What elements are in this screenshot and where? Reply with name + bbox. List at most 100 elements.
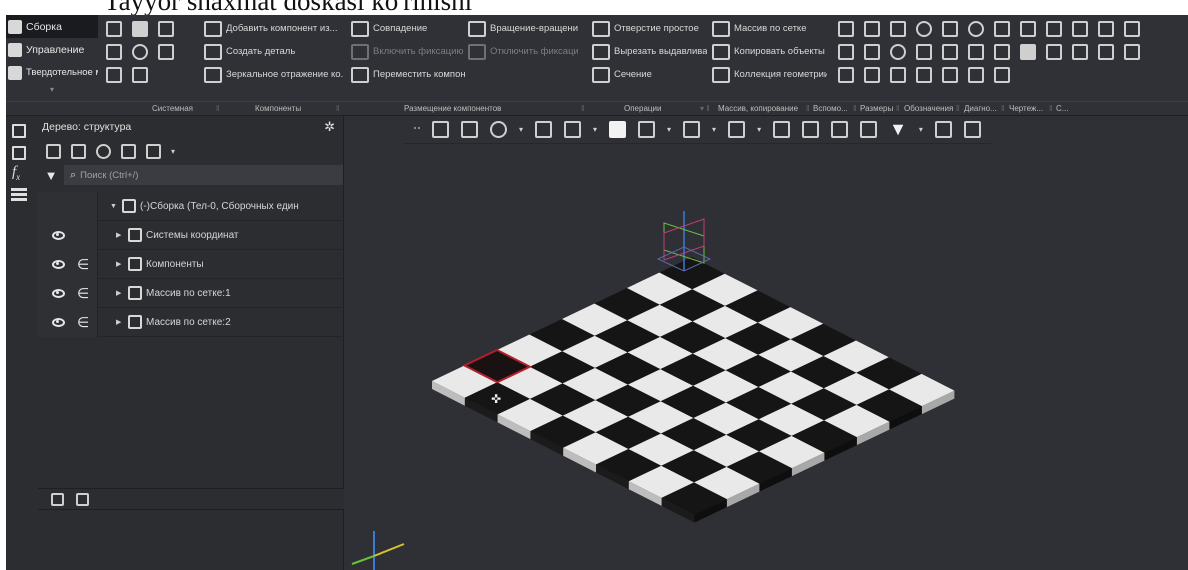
help-icon[interactable]: [994, 66, 1010, 83]
pencil-icon[interactable]: [963, 121, 981, 138]
hierarchy-view-icon[interactable]: [71, 143, 86, 159]
filter-icon[interactable]: ▼: [889, 120, 907, 138]
object-panel-icon[interactable]: [934, 121, 952, 138]
enable-fix-button[interactable]: Включить фиксацию: [351, 40, 466, 63]
axis-through-icon[interactable]: [864, 43, 880, 60]
dimension-icon[interactable]: [916, 20, 932, 37]
angle-icon[interactable]: [994, 20, 1010, 37]
extra-icon[interactable]: [1124, 20, 1140, 37]
visibility-eye-icon[interactable]: [52, 317, 65, 327]
sort-icon[interactable]: [146, 143, 161, 159]
tree-item-grid-pattern-2[interactable]: ∈ ▶ Массив по сетке:2: [38, 307, 344, 337]
display-icon[interactable]: [831, 121, 849, 138]
chevron-down-icon[interactable]: ▾: [593, 125, 597, 134]
save-icon[interactable]: [158, 20, 174, 37]
filter-view-icon[interactable]: [96, 143, 111, 159]
collapse-icon[interactable]: ▼: [110, 203, 118, 210]
move-component-button[interactable]: Переместить компонент: [351, 63, 466, 86]
table-icon[interactable]: [864, 66, 880, 83]
mode-management[interactable]: Управление: [6, 38, 98, 61]
plane-offset-icon[interactable]: [838, 43, 854, 60]
select-view-icon[interactable]: [121, 143, 136, 159]
aux-point-icon[interactable]: [838, 20, 854, 37]
mark-icon[interactable]: [968, 43, 984, 60]
tree-item-grid-pattern-1[interactable]: ∈ ▶ Массив по сетке:1: [38, 278, 344, 308]
roughness-icon[interactable]: [890, 43, 906, 60]
toolbar-grip-icon[interactable]: [414, 126, 420, 133]
print-icon[interactable]: [106, 43, 122, 60]
disable-fix-button[interactable]: Отключить фиксацию: [468, 40, 578, 63]
belongs-icon[interactable]: ∈: [77, 315, 89, 329]
belongs-icon[interactable]: ∈: [77, 257, 89, 271]
coincidence-button[interactable]: Совпадение: [351, 17, 466, 40]
ribbon-collapse-icon[interactable]: ▾: [6, 84, 98, 96]
search-input[interactable]: ⌕ Поиск (Ctrl+/): [64, 165, 343, 185]
pan-icon[interactable]: [535, 121, 553, 138]
tolerance-icon[interactable]: [942, 43, 958, 60]
expand-icon[interactable]: ▶: [116, 231, 124, 239]
belongs-icon[interactable]: ∈: [77, 286, 89, 300]
properties-tab-icon[interactable]: [76, 492, 89, 506]
interference-icon[interactable]: [1046, 43, 1062, 60]
menu-icon[interactable]: [11, 188, 27, 201]
3d-viewport[interactable]: ✜ ▾ ▾ ▾ ▾ ▾ ▼ ▾: [344, 116, 1188, 570]
save-as-icon[interactable]: [158, 43, 174, 60]
chevron-down-icon[interactable]: ▾: [667, 125, 671, 134]
normal-view-icon[interactable]: [461, 121, 478, 138]
more-icon[interactable]: [1124, 43, 1140, 60]
add-component-button[interactable]: Добавить компонент из...: [204, 17, 344, 40]
structure-view-icon[interactable]: [46, 143, 61, 159]
visibility-eye-icon[interactable]: [52, 259, 65, 269]
redo-icon[interactable]: [132, 66, 148, 83]
chevron-down-icon[interactable]: ▾: [919, 125, 923, 134]
axes-icon[interactable]: [564, 121, 582, 138]
shaded-cube-icon[interactable]: [609, 121, 627, 138]
base-icon[interactable]: [916, 43, 932, 60]
extrude-cut-button[interactable]: Вырезать выдавливани...: [592, 40, 707, 63]
wave-icon[interactable]: [968, 66, 984, 83]
section-button[interactable]: Сечение: [592, 63, 707, 86]
new-file-icon[interactable]: [106, 20, 122, 37]
radius-icon[interactable]: [1020, 20, 1036, 37]
wireframe-cube-icon[interactable]: [638, 121, 656, 138]
zoom-icon[interactable]: [490, 121, 507, 138]
orientation-icon[interactable]: [432, 121, 449, 138]
chevron-down-icon[interactable]: ▾: [519, 125, 523, 134]
chevron-down-icon[interactable]: ▾: [757, 125, 761, 134]
sketch-line-icon[interactable]: [838, 66, 854, 83]
position-icon[interactable]: [916, 66, 932, 83]
layout-icon[interactable]: [1098, 20, 1114, 37]
measure-icon[interactable]: [942, 20, 958, 37]
tree-panel-icon[interactable]: [12, 124, 26, 138]
geometry-collection-button[interactable]: Коллекция геометрии: [712, 63, 827, 86]
tree-root-row[interactable]: ▼ (-)Сборка (Тел-0, Сборочных един: [38, 191, 344, 221]
rotation-button[interactable]: Вращение-вращение: [468, 17, 578, 40]
chessboard-model[interactable]: ✜: [344, 116, 1188, 570]
expand-icon[interactable]: ▶: [116, 260, 124, 268]
measure-tool-icon[interactable]: [773, 121, 791, 138]
create-part-button[interactable]: Создать деталь: [204, 40, 344, 63]
mode-assembly[interactable]: Сборка: [6, 15, 98, 38]
perspective-icon[interactable]: [860, 121, 878, 138]
layers-icon[interactable]: [802, 121, 820, 138]
weld-icon[interactable]: [890, 66, 906, 83]
chevron-down-icon[interactable]: ▾: [171, 147, 175, 156]
expand-icon[interactable]: ▶: [116, 318, 124, 326]
mode-solid-modeling[interactable]: Твердотельное моделирован...: [6, 61, 98, 84]
expand-icon[interactable]: ▶: [116, 289, 124, 297]
visibility-eye-icon[interactable]: [52, 288, 65, 298]
preview-icon[interactable]: [132, 43, 148, 60]
tree-item-components[interactable]: ∈ ▶ Компоненты: [38, 249, 344, 279]
sheet-icon[interactable]: [1072, 43, 1088, 60]
section-view-icon[interactable]: [728, 121, 746, 138]
copy-objects-button[interactable]: Копировать объекты: [712, 40, 827, 63]
tree-item-coordinate-systems[interactable]: ▶ Системы координат: [38, 220, 344, 250]
filter-icon[interactable]: ▼: [38, 168, 64, 183]
chamfer-dimension-icon[interactable]: [1046, 20, 1062, 37]
gear-icon[interactable]: ✲: [324, 119, 335, 135]
tree-tab-icon[interactable]: [51, 492, 64, 506]
mirror-component-button[interactable]: Зеркальное отражение ко...: [204, 63, 344, 86]
open-folder-icon[interactable]: [132, 20, 148, 37]
body-check-icon[interactable]: [1020, 43, 1036, 60]
variables-fx-icon[interactable]: fx: [12, 164, 38, 182]
